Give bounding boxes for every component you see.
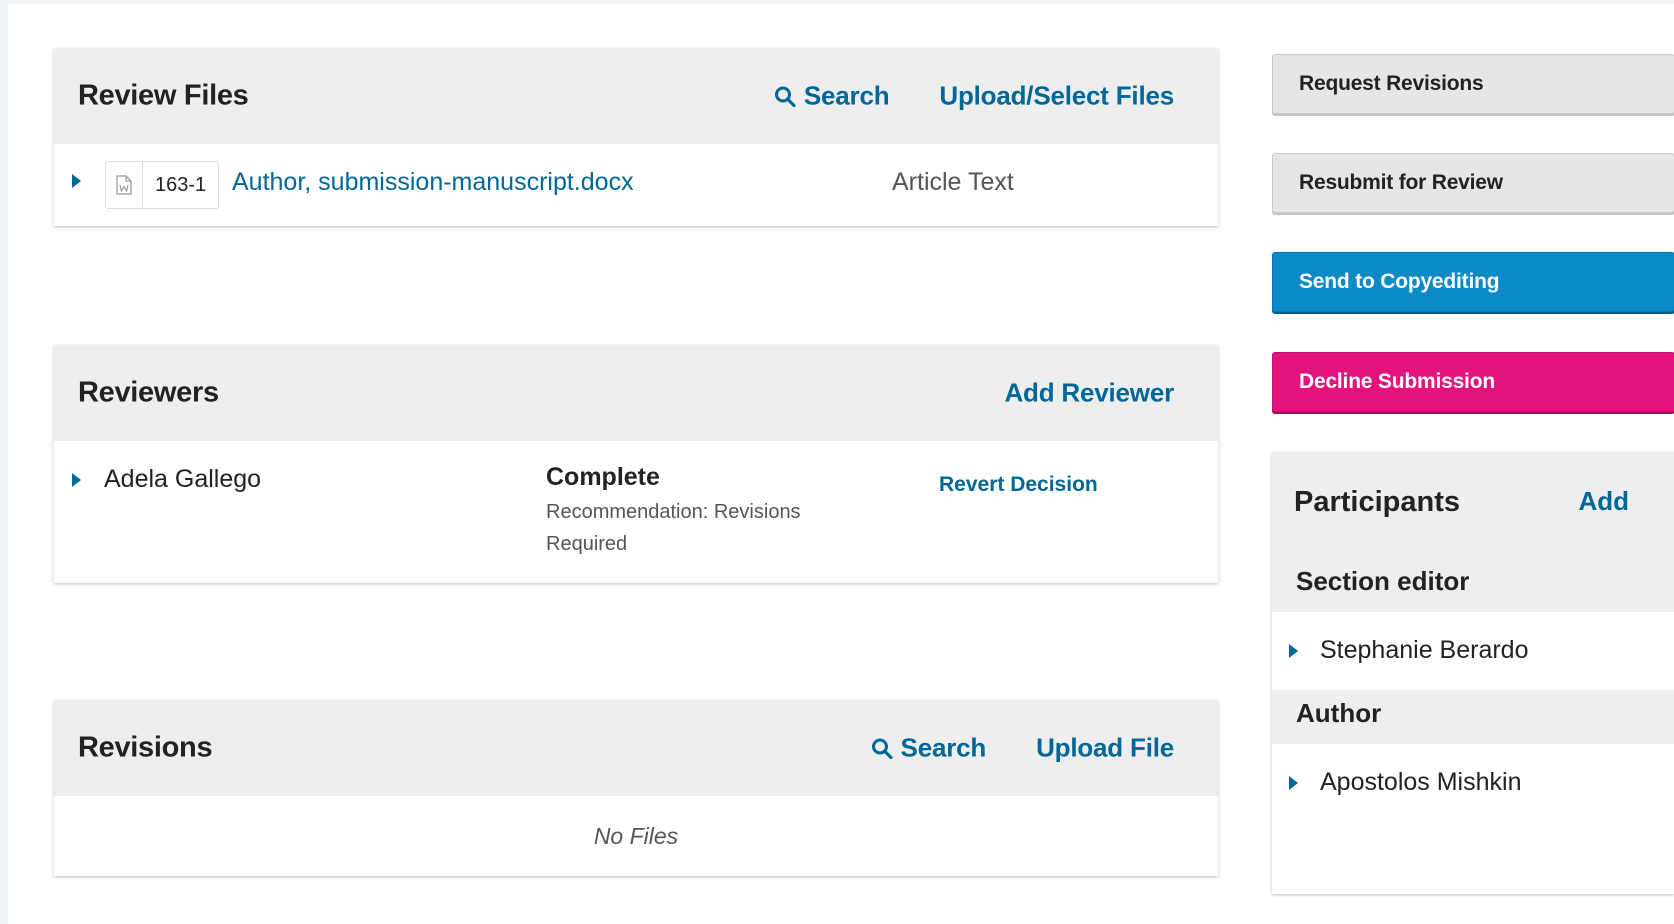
participant-name: Apostolos Mishkin xyxy=(1320,768,1522,796)
search-icon xyxy=(774,86,796,107)
reviewers-header: Reviewers Add Reviewer xyxy=(54,345,1218,441)
add-reviewer-link[interactable]: Add Reviewer xyxy=(1004,378,1174,409)
role-label: Section editor xyxy=(1296,566,1470,596)
reviewers-panel: Reviewers Add Reviewer Adela Gallego Com… xyxy=(54,345,1218,583)
role-author: Author xyxy=(1272,690,1674,744)
file-name-link[interactable]: Author, submission-manuscript.docx xyxy=(232,168,634,197)
expand-caret-icon[interactable] xyxy=(1289,776,1298,790)
reviewer-name: Adela Gallego xyxy=(104,465,262,493)
upload-select-files-link[interactable]: Upload/Select Files xyxy=(939,81,1174,112)
upload-file-link[interactable]: Upload File xyxy=(1036,733,1174,764)
send-to-copyediting-button[interactable]: Send to Copyediting xyxy=(1272,252,1674,312)
add-participant-link[interactable]: Add xyxy=(1578,486,1629,517)
search-icon xyxy=(871,738,893,759)
review-files-panel: Review Files Search Upload/Select Files xyxy=(54,48,1218,226)
revisions-search-link[interactable]: Search xyxy=(871,732,987,764)
review-files-header: Review Files Search Upload/Select Files xyxy=(54,48,1218,144)
revisions-empty-row: No Files xyxy=(54,796,1218,876)
recommendation-line-1: Recommendation: Revisions xyxy=(546,501,801,523)
revert-decision-link[interactable]: Revert Decision xyxy=(939,473,1098,497)
no-files-text: No Files xyxy=(593,822,679,849)
revisions-title: Revisions xyxy=(78,731,213,764)
decline-submission-button[interactable]: Decline Submission xyxy=(1272,352,1674,412)
top-edge xyxy=(0,0,1674,4)
left-edge xyxy=(0,0,8,924)
revisions-search-label: Search xyxy=(900,732,987,763)
reviewer-row: Adela Gallego Complete Recommendation: R… xyxy=(54,441,1218,583)
reviewer-status: Complete Recommendation: Revisions Requi… xyxy=(546,463,846,560)
file-badge: 163-1 xyxy=(105,161,220,209)
review-files-title: Review Files xyxy=(78,79,249,112)
file-type: Article Text xyxy=(892,168,1014,196)
participant-row[interactable]: Stephanie Berardo xyxy=(1272,612,1674,690)
participant-name: Stephanie Berardo xyxy=(1320,636,1529,664)
recommendation-line-2: Required xyxy=(546,533,628,555)
participants-title: Participants xyxy=(1294,486,1460,518)
reviewers-title: Reviewers xyxy=(78,376,219,409)
reviewers-actions: Add Reviewer xyxy=(1004,378,1174,409)
revisions-header: Revisions Search Upload File xyxy=(54,700,1218,796)
file-id: 163-1 xyxy=(155,173,207,196)
revisions-panel: Revisions Search Upload File No Files xyxy=(54,700,1218,876)
role-label: Author xyxy=(1296,698,1382,728)
request-revisions-button[interactable]: Request Revisions xyxy=(1272,54,1674,114)
review-files-actions: Search Upload/Select Files xyxy=(774,81,1174,112)
resubmit-for-review-button[interactable]: Resubmit for Review xyxy=(1272,153,1674,213)
participants-header: Participants Add xyxy=(1272,452,1674,558)
expand-caret-icon[interactable] xyxy=(1289,644,1298,658)
expand-caret-icon[interactable] xyxy=(72,174,81,188)
review-recommendation: Recommendation: Revisions Required xyxy=(546,496,846,560)
participants-panel: Participants Add Section editor Stephani… xyxy=(1272,452,1674,894)
word-document-icon xyxy=(106,162,143,208)
review-files-search-label: Search xyxy=(803,80,890,111)
expand-caret-icon[interactable] xyxy=(72,473,81,487)
review-files-search-link[interactable]: Search xyxy=(774,81,890,112)
file-row: 163-1 Author, submission-manuscript.docx… xyxy=(54,144,1218,226)
revisions-actions: Search Upload File xyxy=(871,733,1174,764)
review-status: Complete xyxy=(546,463,660,491)
role-section-editor: Section editor xyxy=(1272,558,1674,612)
participant-row[interactable]: Apostolos Mishkin xyxy=(1272,744,1674,822)
